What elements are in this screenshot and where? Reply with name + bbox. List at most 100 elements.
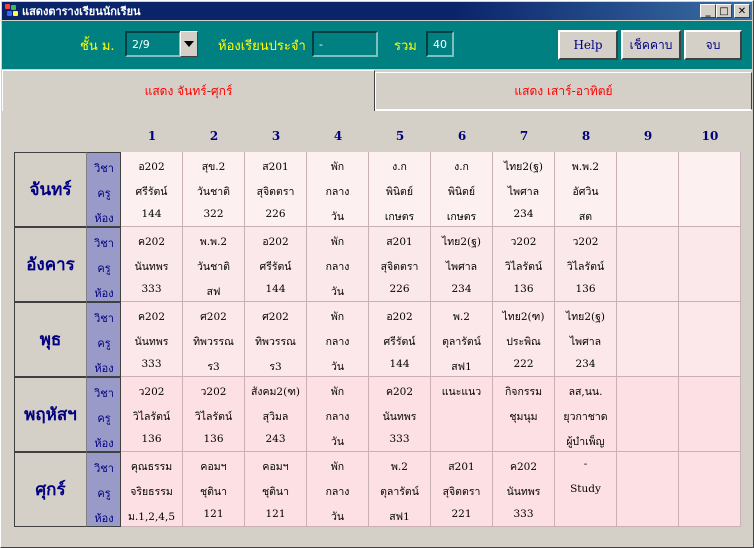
homeroom-field[interactable]: - xyxy=(312,31,378,57)
schedule-cell[interactable]: พัก กลาง วัน xyxy=(307,302,369,377)
period-number: 6 xyxy=(457,129,467,143)
schedule-cell[interactable]: อ202 ศรีรัตน์ 144 xyxy=(369,302,431,377)
schedule-cell[interactable]: อ202 ศรีรัตน์ 144 xyxy=(121,152,183,227)
schedule-cell[interactable]: ว202 วิไลรัตน์ 136 xyxy=(183,377,245,452)
schedule-cell[interactable] xyxy=(679,452,741,527)
schedule-cell[interactable]: ง.ก พินิตย์ เกษตร xyxy=(431,152,493,227)
schedule-cell[interactable] xyxy=(617,302,679,377)
tab-weekdays[interactable]: แสดง จันทร์-ศุกร์ xyxy=(2,70,375,111)
schedule-window: แสดงตารางเรียนนักเรียน _ □ ✕ ชั้น ม. 2/9… xyxy=(0,0,754,548)
schedule-cell[interactable]: ไทย2(ฐ) ไพศาล 234 xyxy=(493,152,555,227)
cell-subject: อ202 xyxy=(386,311,413,323)
cell-room: 226 xyxy=(389,283,410,295)
homeroom-label: ห้องเรียนประจำ xyxy=(218,39,306,54)
schedule-cell[interactable]: ค202 นันทพร 333 xyxy=(369,377,431,452)
schedule-cell[interactable]: - Study xyxy=(555,452,617,527)
schedule-cell[interactable]: ไทย2(ฐ) ไพศาล 234 xyxy=(555,302,617,377)
help-button[interactable]: Help xyxy=(558,30,618,60)
schedule-cell[interactable]: พ.พ.2 อัศวิน สต xyxy=(555,152,617,227)
cell-subject: แนะแนว xyxy=(441,386,482,398)
schedule-cell[interactable]: ไทย2(ฑ) ประพิณ 222 xyxy=(493,302,555,377)
schedule-cell[interactable] xyxy=(617,377,679,452)
title-bar[interactable]: แสดงตารางเรียนนักเรียน _ □ ✕ xyxy=(2,2,752,20)
row-label-room: ห้อง xyxy=(94,362,114,375)
period-header: 1 2 3 4 5 6 7 8 9 10 xyxy=(2,129,752,145)
cell-room: ร3 xyxy=(269,361,282,373)
schedule-cell[interactable]: พัก กลาง วัน xyxy=(307,152,369,227)
schedule-cell[interactable] xyxy=(617,452,679,527)
schedule-cell[interactable]: คอมฯ ชุตินา 121 xyxy=(183,452,245,527)
exit-button[interactable]: จบ xyxy=(684,30,742,60)
schedule-cell[interactable] xyxy=(679,152,741,227)
schedule-cell[interactable]: ว202 วิไลรัตน์ 136 xyxy=(121,377,183,452)
schedule-cell[interactable] xyxy=(617,227,679,302)
schedule-cell[interactable]: อ202 ศรีรัตน์ 144 xyxy=(245,227,307,302)
minimize-button[interactable]: _ xyxy=(700,4,716,18)
schedule-cell[interactable]: พัก กลาง วัน xyxy=(307,452,369,527)
schedule-cell[interactable]: พ.2 ตุลารัตน์ สฟ1 xyxy=(431,302,493,377)
cell-teacher: นันทพร xyxy=(382,411,417,423)
cell-subject: ส201 xyxy=(448,461,475,473)
schedule-cell[interactable]: พ.พ.2 วันชาติ สฟ xyxy=(183,227,245,302)
schedule-cell[interactable]: ง.ก พินิตย์ เกษตร xyxy=(369,152,431,227)
cell-subject: พ.2 xyxy=(453,311,470,323)
schedule-cell[interactable]: กิจกรรม ชุมนุม xyxy=(493,377,555,452)
cell-room: วัน xyxy=(330,211,345,223)
cell-teacher: ชุตินา xyxy=(261,486,290,498)
schedule-cell[interactable]: พัก กลาง วัน xyxy=(307,227,369,302)
grade-dropdown-button[interactable] xyxy=(180,31,198,57)
tab-weekend[interactable]: แสดง เสาร์-อาทิตย์ xyxy=(375,72,752,110)
cell-teacher: ทิพวรรณ xyxy=(193,336,234,348)
cell-teacher: สุจิตตรา xyxy=(442,486,481,498)
schedule-cell[interactable]: ค202 นันทพร 333 xyxy=(493,452,555,527)
cell-subject: ศ202 xyxy=(200,311,227,323)
schedule-cell[interactable] xyxy=(679,377,741,452)
schedule-cell[interactable]: ว202 วิไลรัตน์ 136 xyxy=(555,227,617,302)
cell-subject: ค202 xyxy=(509,461,538,473)
schedule-cell[interactable]: แนะแนว xyxy=(431,377,493,452)
schedule-cell[interactable]: ศ202 ทิพวรรณ ร3 xyxy=(245,302,307,377)
schedule-cell[interactable]: ค202 นันทพร 333 xyxy=(121,302,183,377)
cell-teacher: สุจิตตรา xyxy=(380,261,419,273)
schedule-cell[interactable]: ไทย2(ฐ) ไพศาล 234 xyxy=(431,227,493,302)
schedule-cell[interactable]: พัก กลาง วัน xyxy=(307,377,369,452)
cell-room: ร3 xyxy=(207,361,220,373)
schedule-cell[interactable]: ลส,นน. ยุวกาชาด ผู้บำเพ็ญ xyxy=(555,377,617,452)
day-row: จันทร์ วิชา ครู ห้อง อ202 ศรีรัตน์ 144 สุข.2 วัน… xyxy=(14,152,741,227)
window-title: แสดงตารางเรียนนักเรียน xyxy=(22,5,141,18)
row-labels: วิชา ครู ห้อง xyxy=(87,377,121,452)
grade-select[interactable]: 2/9 xyxy=(125,31,181,57)
cell-subject: ลส,นน. xyxy=(568,386,603,398)
schedule-cell[interactable]: คอมฯ ชุตินา 121 xyxy=(245,452,307,527)
schedule-cell[interactable]: พ.2 ตุลารัตน์ สฟ1 xyxy=(369,452,431,527)
close-button[interactable]: ✕ xyxy=(734,4,750,18)
schedule-cell[interactable]: คุณธรรม จริยธรรม ม.1,2,4,5 xyxy=(121,452,183,527)
cell-subject: ไทย2(ฐ) xyxy=(565,311,606,323)
schedule-cell[interactable]: ส201 สุจิตตรา 226 xyxy=(245,152,307,227)
cell-room: วัน xyxy=(330,361,345,373)
schedule-cell[interactable]: ส201 สุจิตตรา 226 xyxy=(369,227,431,302)
schedule-cell[interactable] xyxy=(617,152,679,227)
schedule-cell[interactable]: ศ202 ทิพวรรณร3 xyxy=(183,302,245,377)
cell-room: 333 xyxy=(389,433,410,445)
schedule-cell[interactable] xyxy=(679,302,741,377)
cell-room: 144 xyxy=(389,358,410,370)
schedule-cell[interactable]: ว202 วิไลรัตน์ 136 xyxy=(493,227,555,302)
cell-teacher: ตุลารัตน์ xyxy=(442,336,481,348)
schedule-cell[interactable] xyxy=(679,227,741,302)
maximize-button[interactable]: □ xyxy=(716,4,732,18)
cell-teacher: วิไลรัตน์ xyxy=(504,261,543,273)
schedule-cell[interactable]: ส201 สุจิตตรา 221 xyxy=(431,452,493,527)
cell-teacher: ประพิณ xyxy=(506,336,541,348)
cell-teacher: กลาง xyxy=(325,486,350,498)
schedule-cell[interactable]: สุข.2 วันชาติ 322 xyxy=(183,152,245,227)
check-period-button[interactable]: เช็คคาบ xyxy=(621,30,681,60)
schedule-panel: 1 2 3 4 5 6 7 8 9 10 จันทร์ วิชา ครู ห้อง อ202 ศรีรัตน… xyxy=(2,110,752,547)
cell-room: 234 xyxy=(451,283,472,295)
cell-subject: ไทย2(ฑ) xyxy=(502,311,545,323)
schedule-cell[interactable]: ค202 นันทพร 333 xyxy=(121,227,183,302)
row-label-subject: วิชา xyxy=(94,387,114,400)
day-row: ศุกร์ วิชา ครู ห้อง คุณธรรม จริยธรรม ม.1,2,4,5… xyxy=(14,452,741,527)
schedule-cell[interactable]: สังคม2(ฑ) สุวิมล 243 xyxy=(245,377,307,452)
total-label: รวม xyxy=(394,39,417,54)
